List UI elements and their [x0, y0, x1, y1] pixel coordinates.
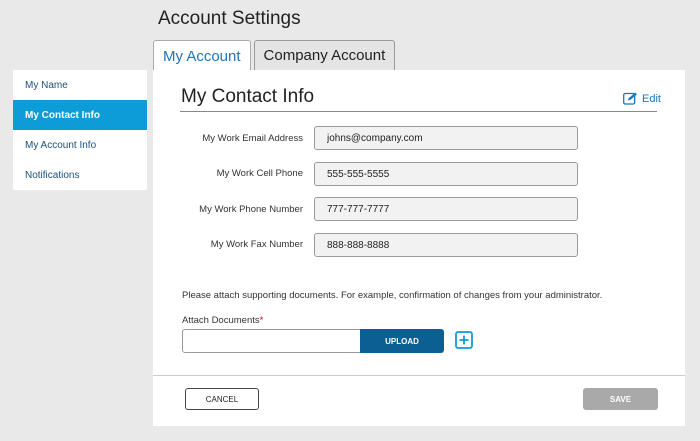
- attach-documents-label: Attach Documents*: [182, 315, 263, 326]
- page-title: Account Settings: [158, 8, 301, 29]
- title-divider: [180, 111, 657, 112]
- contact-info-panel: My Contact Info Edit My Work Email Addre…: [153, 70, 685, 426]
- upload-button[interactable]: UPLOAD: [360, 329, 444, 353]
- sidebar-item-my-name[interactable]: My Name: [13, 70, 147, 100]
- email-label: My Work Email Address: [202, 133, 303, 144]
- attach-file-field[interactable]: [182, 329, 361, 353]
- phone-number-label: My Work Phone Number: [199, 204, 303, 215]
- save-button[interactable]: SAVE: [583, 388, 658, 410]
- edit-label: Edit: [642, 92, 661, 105]
- phone-number-field[interactable]: [314, 197, 578, 221]
- sidebar-item-my-contact-info[interactable]: My Contact Info: [13, 100, 147, 130]
- fax-number-label: My Work Fax Number: [210, 239, 303, 250]
- attach-note: Please attach supporting documents. For …: [182, 290, 603, 301]
- fax-number-field[interactable]: [314, 233, 578, 257]
- attach-label-text: Attach Documents: [182, 315, 260, 326]
- sidebar: My Name My Contact Info My Account Info …: [13, 70, 147, 190]
- edit-link[interactable]: Edit: [623, 92, 661, 105]
- tab-company-account[interactable]: Company Account: [253, 40, 396, 70]
- cell-phone-label: My Work Cell Phone: [216, 168, 303, 179]
- cancel-button[interactable]: CANCEL: [185, 388, 259, 410]
- email-field[interactable]: [314, 126, 578, 150]
- footer-divider: [153, 375, 685, 376]
- edit-pencil-icon: [623, 92, 637, 105]
- sidebar-item-notifications[interactable]: Notifications: [13, 160, 147, 190]
- cell-phone-field[interactable]: [314, 162, 578, 186]
- required-marker: *: [259, 315, 264, 326]
- plus-square-icon[interactable]: [455, 331, 473, 349]
- sidebar-item-my-account-info[interactable]: My Account Info: [13, 130, 147, 160]
- section-title: My Contact Info: [181, 86, 315, 107]
- tab-my-account[interactable]: My Account: [153, 40, 251, 71]
- tab-bar: My Account Company Account: [153, 40, 398, 71]
